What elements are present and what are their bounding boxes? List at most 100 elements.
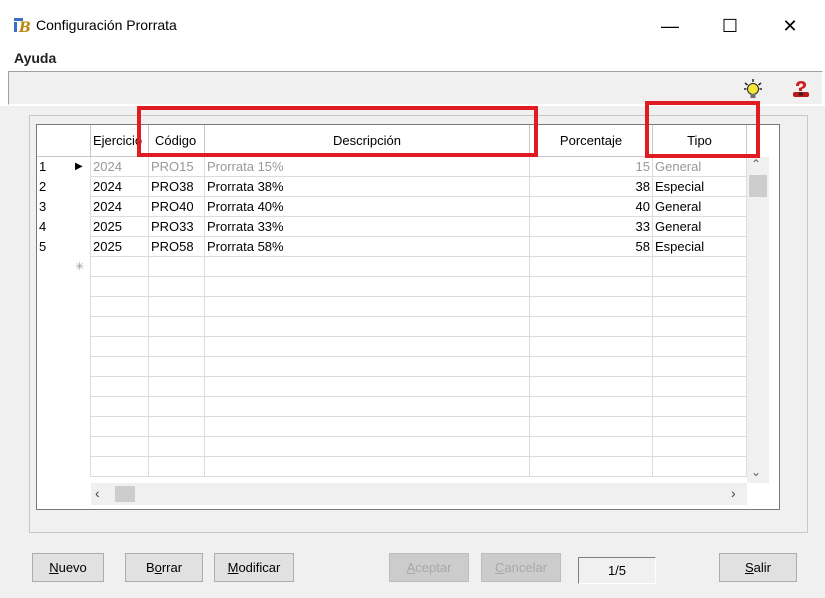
cell-empty[interactable] xyxy=(91,257,149,277)
cell-empty[interactable] xyxy=(205,397,530,417)
cell-empty[interactable] xyxy=(530,437,653,457)
cell-empty[interactable] xyxy=(205,337,530,357)
help-icon[interactable] xyxy=(791,79,811,99)
cell-ejercicio[interactable]: 2025 xyxy=(91,237,149,257)
cell-porcentaje[interactable]: 15 xyxy=(530,157,653,177)
cell-empty[interactable] xyxy=(205,377,530,397)
cell-ejercicio[interactable]: 2025 xyxy=(91,217,149,237)
cell-codigo[interactable]: PRO38 xyxy=(149,177,205,197)
table-row[interactable]: 1 ▶ 2024 PRO15 Prorrata 15% 15 General xyxy=(37,157,747,177)
cell-empty[interactable] xyxy=(205,297,530,317)
scroll-up-icon[interactable]: ⌃ xyxy=(751,157,761,171)
cell-empty[interactable] xyxy=(91,397,149,417)
cell-empty[interactable] xyxy=(91,337,149,357)
column-header-descripcion[interactable]: Descripción xyxy=(205,125,530,157)
cell-ejercicio[interactable]: 2024 xyxy=(91,197,149,217)
empty-row[interactable] xyxy=(37,357,747,377)
cell-empty[interactable] xyxy=(530,357,653,377)
cell-empty[interactable] xyxy=(530,297,653,317)
scroll-right-icon[interactable]: › xyxy=(731,485,736,501)
empty-row[interactable] xyxy=(37,457,747,477)
cell-empty[interactable] xyxy=(91,297,149,317)
table-row[interactable]: 4 2025 PRO33 Prorrata 33% 33 General xyxy=(37,217,747,237)
cell-empty[interactable] xyxy=(530,257,653,277)
cell-empty[interactable] xyxy=(530,397,653,417)
cell-codigo[interactable]: PRO15 xyxy=(149,157,205,177)
cell-tipo[interactable]: General xyxy=(653,217,747,237)
cell-tipo[interactable]: General xyxy=(653,197,747,217)
cell-empty[interactable] xyxy=(530,337,653,357)
cell-empty[interactable] xyxy=(91,377,149,397)
cell-empty[interactable] xyxy=(91,437,149,457)
cell-empty[interactable] xyxy=(91,317,149,337)
cell-empty[interactable] xyxy=(149,457,205,477)
cell-empty[interactable] xyxy=(149,277,205,297)
cell-empty[interactable] xyxy=(653,317,747,337)
column-header-porcentaje[interactable]: Porcentaje xyxy=(530,125,653,157)
cell-tipo[interactable]: Especial xyxy=(653,177,747,197)
cell-empty[interactable] xyxy=(149,357,205,377)
column-header-codigo[interactable]: Código xyxy=(149,125,205,157)
horizontal-scroll-thumb[interactable] xyxy=(115,486,135,502)
cell-porcentaje[interactable]: 58 xyxy=(530,237,653,257)
data-grid[interactable]: Ejercicio Código Descripción Porcentaje … xyxy=(36,124,780,510)
cell-empty[interactable] xyxy=(149,437,205,457)
cell-porcentaje[interactable]: 38 xyxy=(530,177,653,197)
cell-empty[interactable] xyxy=(205,257,530,277)
new-row[interactable]: ✳ xyxy=(37,257,747,277)
salir-button[interactable]: Salir xyxy=(719,553,797,582)
empty-row[interactable] xyxy=(37,277,747,297)
cell-empty[interactable] xyxy=(653,277,747,297)
empty-row[interactable] xyxy=(37,317,747,337)
vertical-scrollbar[interactable]: ⌃ ⌄ xyxy=(747,157,769,483)
maximize-button[interactable]: ☐ xyxy=(705,6,755,46)
cell-empty[interactable] xyxy=(530,377,653,397)
cell-empty[interactable] xyxy=(149,317,205,337)
cell-empty[interactable] xyxy=(149,337,205,357)
table-row[interactable]: 5 2025 PRO58 Prorrata 58% 58 Especial xyxy=(37,237,747,257)
empty-row[interactable] xyxy=(37,417,747,437)
cell-codigo[interactable]: PRO40 xyxy=(149,197,205,217)
cell-codigo[interactable]: PRO58 xyxy=(149,237,205,257)
cell-descripcion[interactable]: Prorrata 58% xyxy=(205,237,530,257)
cell-empty[interactable] xyxy=(91,277,149,297)
scroll-left-icon[interactable]: ‹ xyxy=(95,485,100,501)
cell-empty[interactable] xyxy=(205,317,530,337)
cell-empty[interactable] xyxy=(530,317,653,337)
cell-empty[interactable] xyxy=(653,417,747,437)
cell-empty[interactable] xyxy=(205,277,530,297)
cell-descripcion[interactable]: Prorrata 38% xyxy=(205,177,530,197)
cell-empty[interactable] xyxy=(530,277,653,297)
menu-item-ayuda[interactable]: Ayuda xyxy=(14,50,56,66)
borrar-button[interactable]: Bo rrar xyxy=(125,553,203,582)
cell-empty[interactable] xyxy=(91,457,149,477)
cell-tipo[interactable]: General xyxy=(653,157,747,177)
cell-empty[interactable] xyxy=(653,357,747,377)
cell-tipo[interactable]: Especial xyxy=(653,237,747,257)
cell-descripcion[interactable]: Prorrata 40% xyxy=(205,197,530,217)
cancelar-button[interactable]: Cancelar xyxy=(481,553,561,582)
cell-codigo[interactable]: PRO33 xyxy=(149,217,205,237)
cell-empty[interactable] xyxy=(530,457,653,477)
cell-empty[interactable] xyxy=(149,417,205,437)
cell-empty[interactable] xyxy=(205,457,530,477)
table-row[interactable]: 3 2024 PRO40 Prorrata 40% 40 General xyxy=(37,197,747,217)
cell-empty[interactable] xyxy=(205,417,530,437)
empty-row[interactable] xyxy=(37,397,747,417)
cell-empty[interactable] xyxy=(205,357,530,377)
cell-empty[interactable] xyxy=(653,257,747,277)
empty-row[interactable] xyxy=(37,297,747,317)
cell-empty[interactable] xyxy=(653,437,747,457)
cell-porcentaje[interactable]: 40 xyxy=(530,197,653,217)
vertical-scroll-thumb[interactable] xyxy=(749,175,767,197)
empty-row[interactable] xyxy=(37,337,747,357)
cell-porcentaje[interactable]: 33 xyxy=(530,217,653,237)
cell-empty[interactable] xyxy=(149,297,205,317)
cell-empty[interactable] xyxy=(653,297,747,317)
cell-empty[interactable] xyxy=(149,397,205,417)
cell-empty[interactable] xyxy=(653,397,747,417)
cell-empty[interactable] xyxy=(530,417,653,437)
scroll-down-icon[interactable]: ⌄ xyxy=(751,465,761,479)
empty-row[interactable] xyxy=(37,377,747,397)
empty-row[interactable] xyxy=(37,437,747,457)
